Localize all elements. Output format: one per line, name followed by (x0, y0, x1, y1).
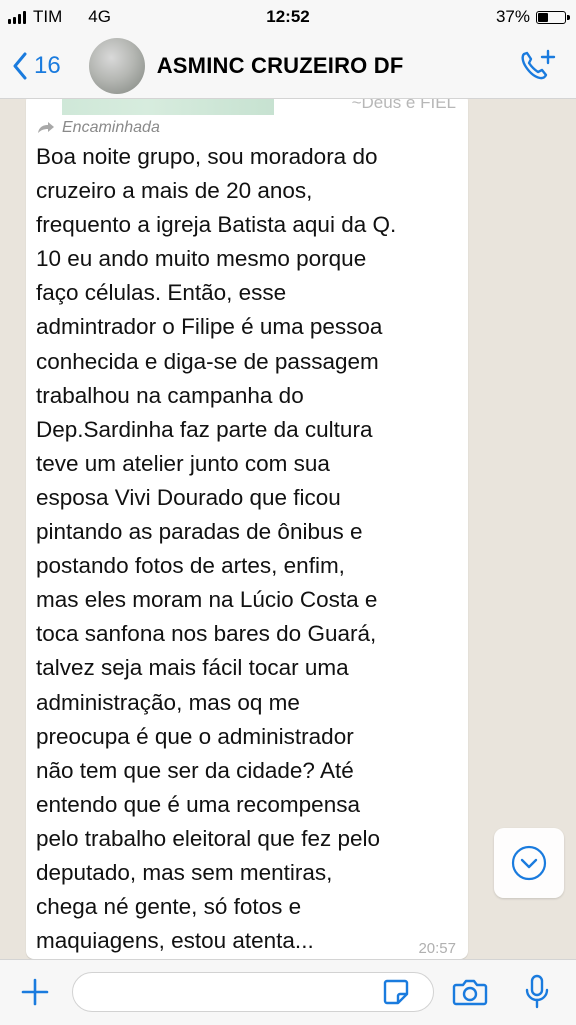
input-bar (0, 959, 576, 1025)
call-button[interactable] (518, 48, 556, 89)
chat-area[interactable]: ~Deus e FIEL Encaminhada Boa noite grupo… (0, 99, 576, 959)
network-type: 4G (88, 7, 111, 26)
back-button[interactable]: 16 (12, 52, 61, 80)
group-avatar[interactable] (88, 38, 145, 94)
attach-button[interactable] (20, 977, 50, 1012)
signal-strength-icon (8, 10, 26, 24)
message-input[interactable] (72, 972, 434, 1012)
message-text: Boa noite grupo, sou moradora do cruzeir… (36, 144, 397, 954)
camera-button[interactable] (452, 977, 488, 1012)
chevron-left-icon (13, 52, 27, 80)
plus-icon (21, 978, 49, 1006)
camera-icon (452, 979, 488, 1006)
unread-count: 16 (34, 52, 61, 79)
battery-fill (538, 12, 548, 22)
message-time: 20:57 (418, 940, 456, 957)
chat-header: 16 ASMINC CRUZEIRO DF (0, 34, 576, 99)
status-clock: 12:52 (266, 7, 310, 26)
forwarded-label: Encaminhada (36, 119, 160, 137)
sticker-button[interactable] (382, 978, 410, 1011)
forward-arrow-icon (38, 122, 54, 133)
phone-add-icon (521, 49, 556, 80)
carrier-name: TIM (33, 7, 63, 26)
status-bar: TIM 4G 12:52 37% (0, 0, 576, 34)
sender-name: ~Deus e FIEL (351, 99, 456, 112)
chevron-down-circle-icon (511, 845, 547, 881)
battery-icon (536, 10, 570, 24)
sender-phone-redacted (62, 99, 274, 115)
microphone-button[interactable] (524, 974, 550, 1015)
microphone-icon (525, 974, 549, 1009)
sticker-icon (383, 979, 409, 1005)
chat-title[interactable]: ASMINC CRUZEIRO DF (157, 53, 404, 79)
scroll-to-bottom-button[interactable] (494, 828, 564, 898)
forwarded-text: Encaminhada (62, 119, 160, 136)
battery-indicator: 37% (495, 7, 570, 27)
battery-percent: 37% (495, 7, 530, 26)
message-bubble[interactable]: ~Deus e FIEL Encaminhada Boa noite grupo… (26, 99, 468, 959)
